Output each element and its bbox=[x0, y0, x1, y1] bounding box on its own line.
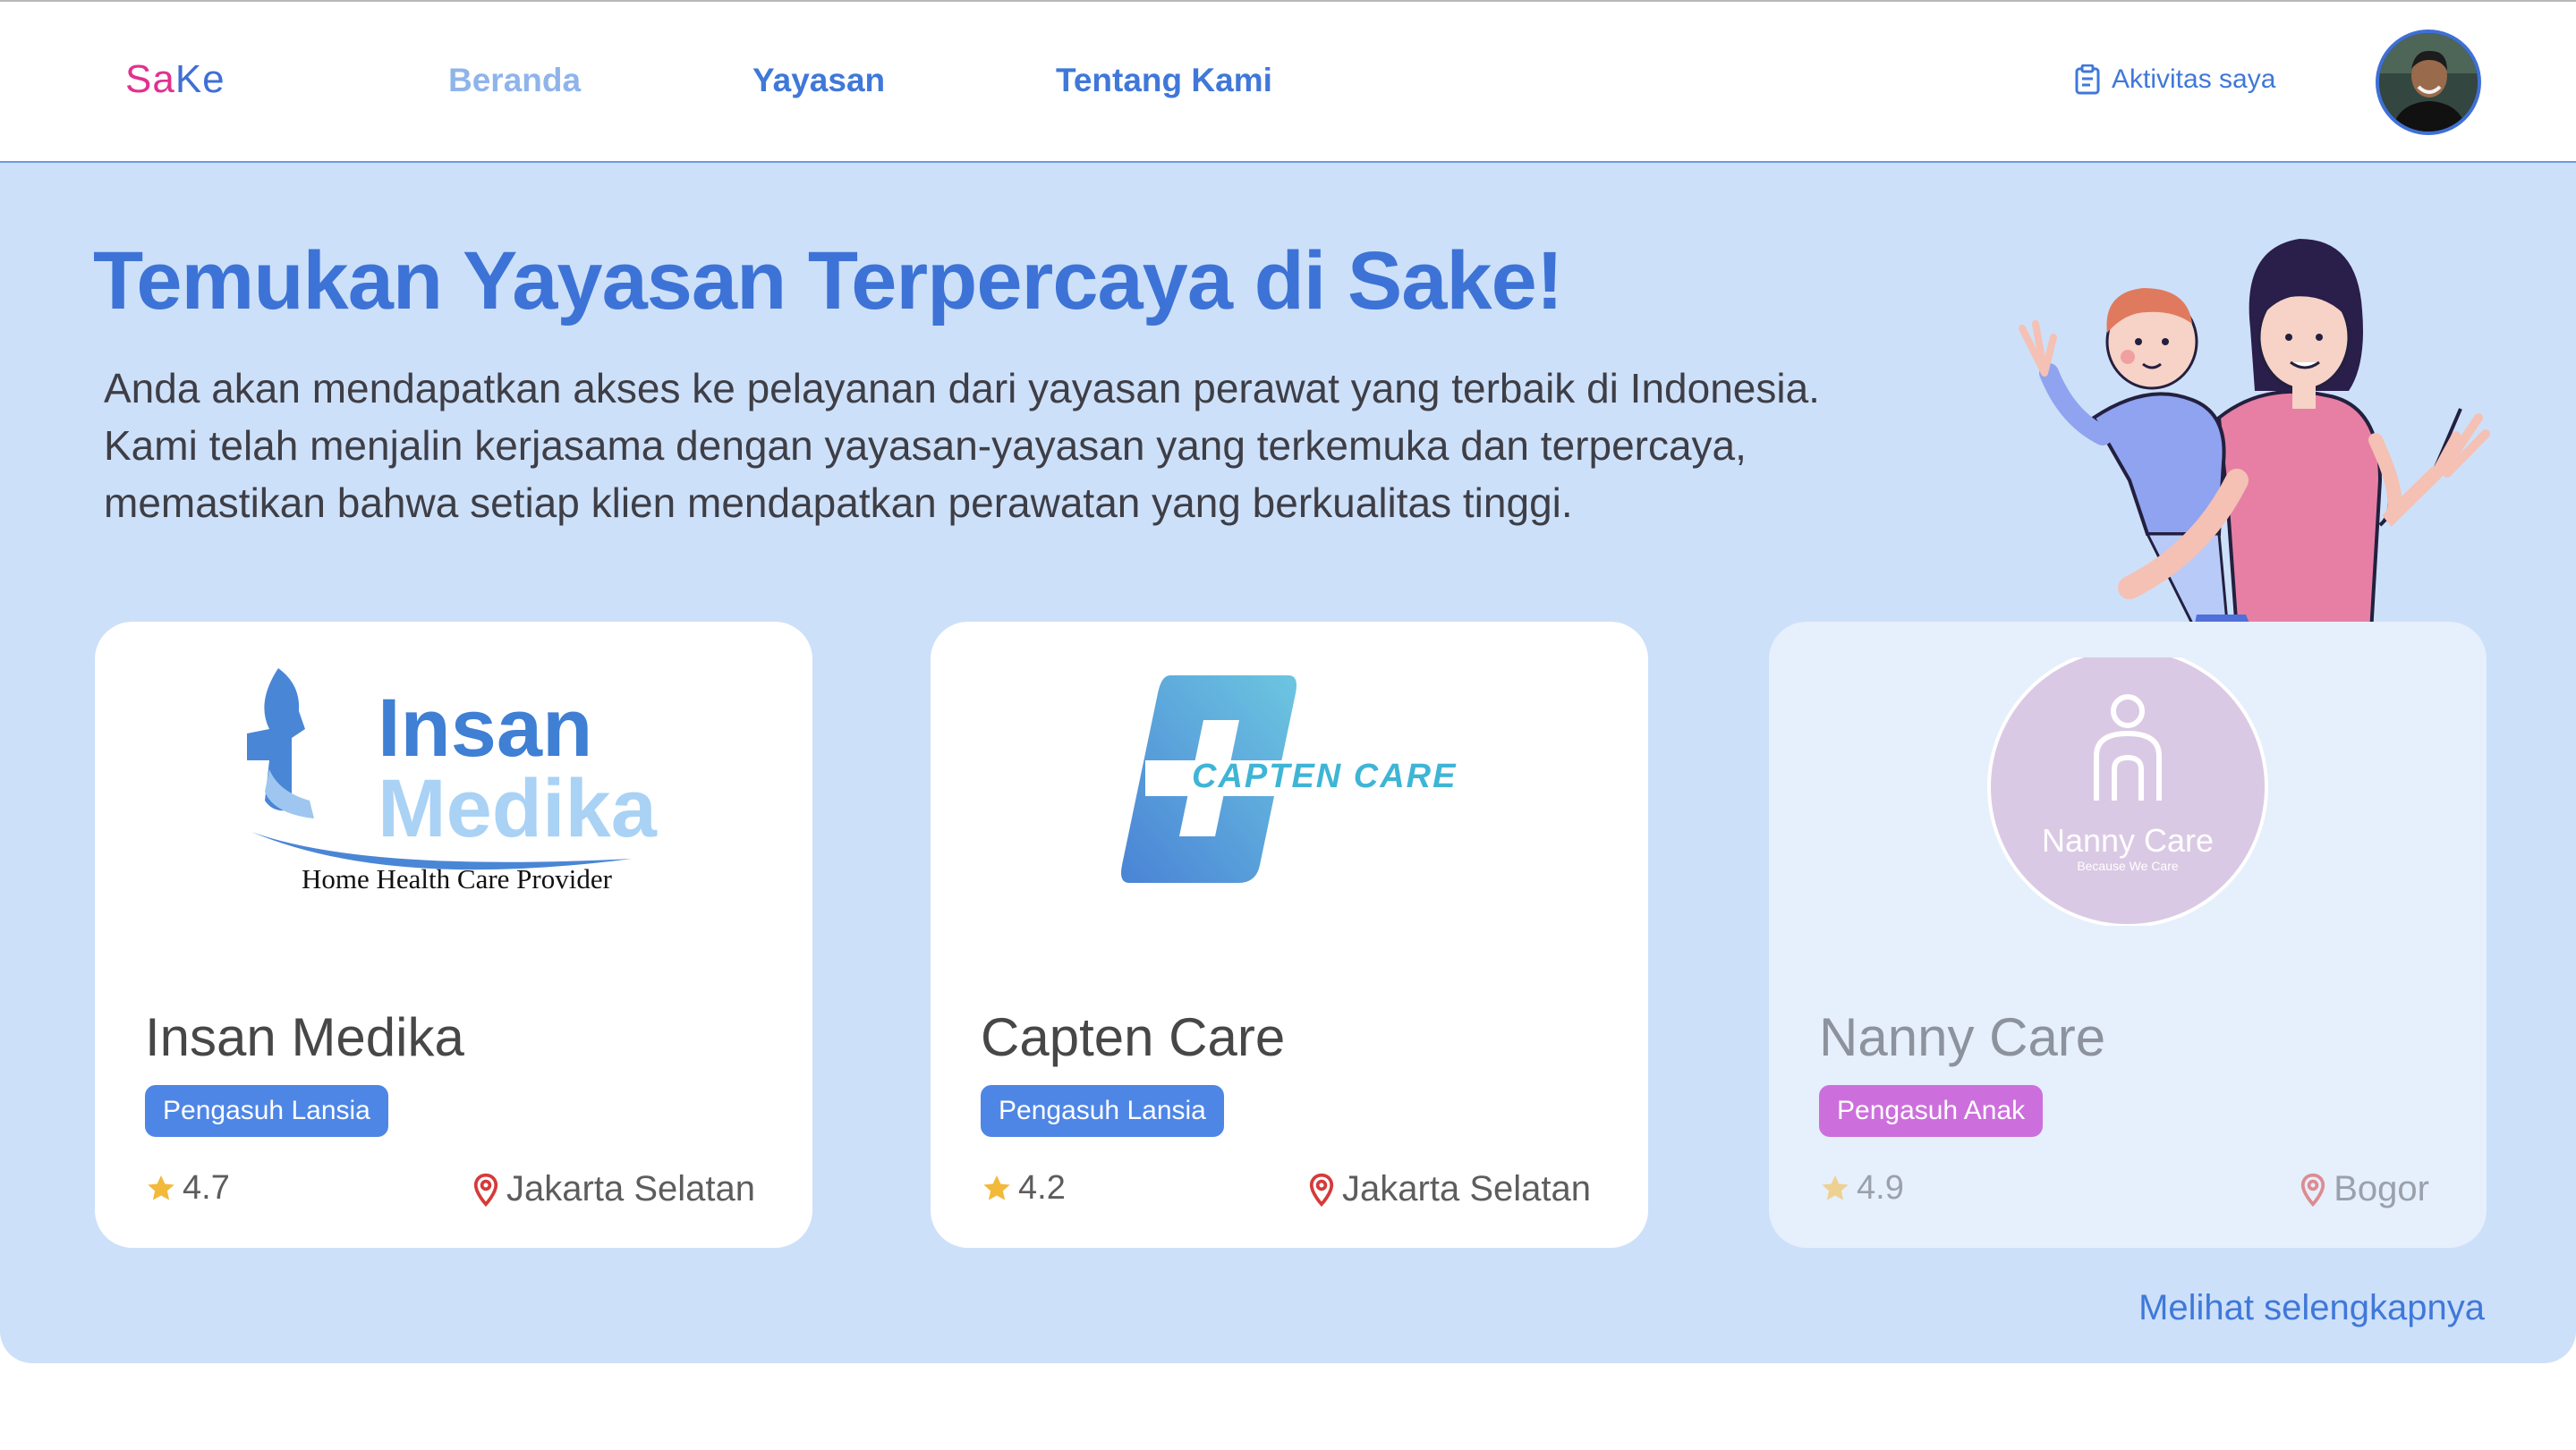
map-pin-icon bbox=[2301, 1173, 2325, 1207]
nav-link-beranda[interactable]: Beranda bbox=[448, 62, 581, 99]
location: Jakarta Selatan bbox=[472, 1169, 755, 1209]
insan-medika-logo: Insan Medika Home Health Care Provider bbox=[247, 668, 658, 895]
see-more-link[interactable]: Melihat selengkapnya bbox=[2138, 1288, 2485, 1328]
rating: 4.9 bbox=[1819, 1169, 1904, 1208]
star-icon bbox=[983, 1174, 1010, 1200]
category-badge: Pengasuh Lansia bbox=[981, 1085, 1224, 1137]
clipboard-icon bbox=[2075, 64, 2100, 95]
logo-word-capten-care: CAPTEN CARE bbox=[1192, 758, 1457, 795]
nanny-care-logo: Nanny Care Because We Care bbox=[1987, 657, 2268, 926]
logo-tagline: Because We Care bbox=[2077, 859, 2179, 873]
foundation-name: Capten Care bbox=[981, 1007, 1286, 1067]
rating: 4.7 bbox=[145, 1169, 230, 1208]
hero-section: Temukan Yayasan Terpercaya di Sake! Anda… bbox=[0, 163, 2576, 1363]
logo-word-nanny-care: Nanny Care bbox=[2042, 822, 2214, 859]
foundation-card-insan-medika[interactable]: Insan Medika Home Health Care Provider I… bbox=[95, 622, 812, 1248]
foundation-card-capten-care[interactable]: CAPTEN CARE Capten Care Pengasuh Lansia … bbox=[931, 622, 1648, 1248]
star-icon bbox=[1822, 1174, 1849, 1200]
location: Jakarta Selatan bbox=[1308, 1169, 1591, 1209]
map-pin-icon bbox=[1309, 1173, 1334, 1207]
logo[interactable]: SaKe bbox=[125, 57, 225, 102]
rating: 4.2 bbox=[981, 1169, 1066, 1208]
hero-line: Kami telah menjalin kerjasama dengan yay… bbox=[104, 422, 1747, 469]
rating-value: 4.7 bbox=[183, 1169, 230, 1207]
navbar: SaKe Beranda Yayasan Tentang Kami Aktivi… bbox=[0, 2, 2576, 163]
hero-title: Temukan Yayasan Terpercaya di Sake! bbox=[93, 235, 1563, 326]
location-name: Jakarta Selatan bbox=[506, 1169, 755, 1208]
category-badge: Pengasuh Lansia bbox=[145, 1085, 388, 1137]
capten-care-logo: CAPTEN CARE bbox=[1121, 675, 1503, 883]
avatar[interactable] bbox=[2376, 30, 2481, 135]
foundation-name: Nanny Care bbox=[1819, 1007, 2106, 1067]
category-badge: Pengasuh Anak bbox=[1819, 1085, 2044, 1137]
logo-part-sa: Sa bbox=[125, 57, 175, 101]
logo-word-medika: Medika bbox=[378, 763, 658, 854]
activity-label: Aktivitas saya bbox=[2112, 64, 2276, 94]
logo-tagline: Home Health Care Provider bbox=[302, 863, 613, 895]
logo-part-ke: Ke bbox=[174, 57, 225, 101]
nav-link-yayasan[interactable]: Yayasan bbox=[752, 62, 885, 99]
foundation-card-nanny-care[interactable]: Nanny Care Because We Care Nanny Care Pe… bbox=[1769, 622, 2487, 1248]
hero-line: Anda akan mendapatkan akses ke pelayanan… bbox=[104, 365, 1820, 411]
rating-value: 4.9 bbox=[1857, 1169, 1904, 1207]
activity-link[interactable]: Aktivitas saya bbox=[2074, 64, 2275, 95]
star-icon bbox=[148, 1174, 174, 1200]
hero-description: Anda akan mendapatkan akses ke pelayanan… bbox=[104, 360, 2036, 531]
location-name: Bogor bbox=[2334, 1169, 2429, 1208]
rating-value: 4.2 bbox=[1018, 1169, 1066, 1207]
logo-word-insan: Insan bbox=[378, 683, 592, 774]
location-name: Jakarta Selatan bbox=[1342, 1169, 1591, 1208]
foundation-name: Insan Medika bbox=[145, 1007, 464, 1067]
user-photo-icon bbox=[2379, 33, 2478, 131]
map-pin-icon bbox=[473, 1173, 498, 1207]
nav-link-tentang-kami[interactable]: Tentang Kami bbox=[1056, 62, 1272, 99]
location: Bogor bbox=[2300, 1169, 2429, 1209]
hero-line: memastikan bahwa setiap klien mendapatka… bbox=[104, 479, 1573, 526]
